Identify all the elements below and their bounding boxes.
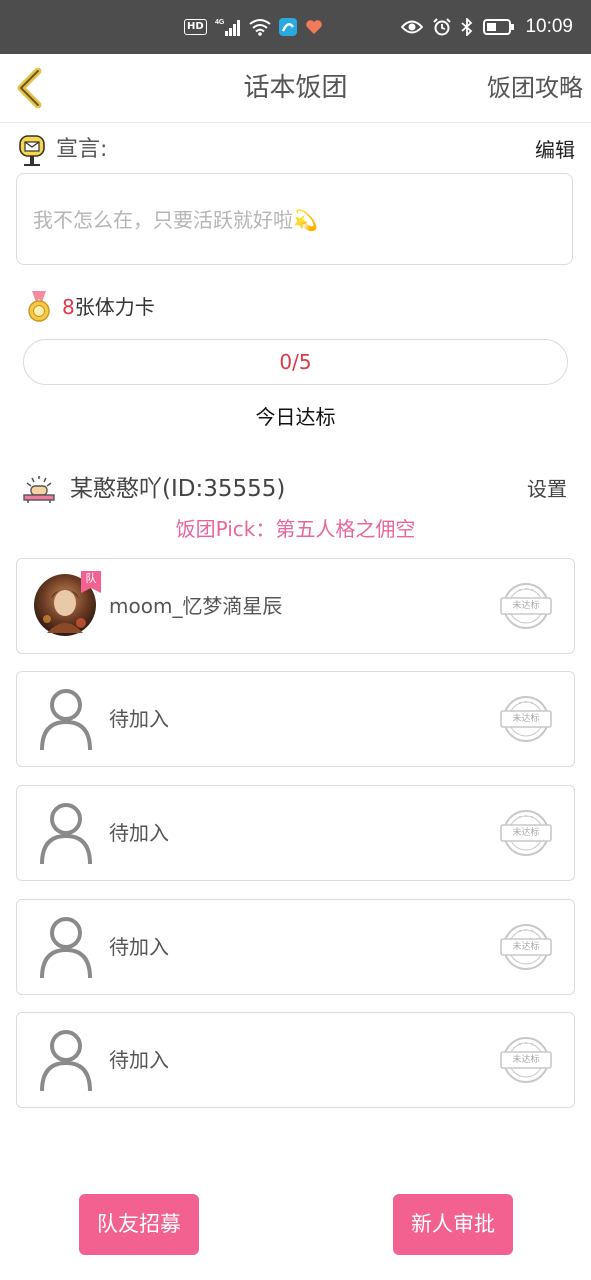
stamp-label: 未达标 xyxy=(512,1055,540,1065)
empty-avatar-icon xyxy=(33,800,97,865)
alarm-icon xyxy=(433,18,452,36)
empty-avatar-icon xyxy=(33,1027,97,1092)
not-qualified-stamp: 未达标 xyxy=(500,1035,552,1085)
daily-status-label: 今日达标 xyxy=(255,405,336,429)
hd-badge: HD xyxy=(184,19,207,35)
settings-button[interactable]: 设置 xyxy=(527,474,567,504)
status-left: HD 4G xyxy=(184,0,323,54)
member-row[interactable]: 待加入 未达标 xyxy=(16,785,575,881)
medal-icon xyxy=(28,291,50,322)
stamp-label: 未达标 xyxy=(512,601,540,611)
not-qualified-stamp: 未达标 xyxy=(500,922,552,972)
stamina-cards: 8张体力卡 xyxy=(62,292,155,322)
captain-badge-label: 队 xyxy=(85,572,97,585)
svg-text:4G: 4G xyxy=(215,19,225,26)
battery-icon xyxy=(483,19,515,35)
status-bar: HD 4G 10:09 xyxy=(0,0,591,54)
eye-icon xyxy=(401,20,424,34)
stamina-suffix: 张体力卡 xyxy=(74,295,155,319)
empty-avatar-icon xyxy=(33,914,97,979)
stamp-label: 未达标 xyxy=(512,942,540,952)
group-owner: 某憨憨吖(ID:35555) xyxy=(70,476,286,502)
edit-motto-button[interactable]: 编辑 xyxy=(535,134,575,166)
not-qualified-stamp: 未达标 xyxy=(500,694,552,744)
app-header: 话本饭团 饭团攻略 xyxy=(0,54,591,123)
member-row[interactable]: 待加入 未达标 xyxy=(16,1012,575,1108)
motto-text: 我不怎么在，只要活跃就好啦💫 xyxy=(33,208,318,232)
not-qualified-stamp: 未达标 xyxy=(500,808,552,858)
stamp-label: 未达标 xyxy=(512,714,540,724)
signal-icon: 4G xyxy=(215,19,240,36)
member-row[interactable]: 队 moom_忆梦滴星辰 未达标 xyxy=(16,558,575,654)
guide-link[interactable]: 饭团攻略 xyxy=(487,54,583,122)
recruit-teammates-button[interactable]: 队友招募 xyxy=(79,1194,199,1255)
member-name: moom_忆梦滴星辰 xyxy=(109,594,283,618)
group-pick: 饭团Pick：第五人格之佣空 xyxy=(175,517,416,541)
motto-box: 我不怎么在，只要活跃就好啦💫 xyxy=(16,173,573,265)
not-qualified-stamp: 未达标 xyxy=(500,581,552,631)
member-name: 待加入 xyxy=(109,935,169,959)
clock: 10:09 xyxy=(525,16,573,37)
daily-progress: 0/5 xyxy=(23,339,568,385)
status-right: 10:09 xyxy=(401,0,573,54)
empty-avatar-icon xyxy=(33,686,97,751)
motto-label: 宣言: xyxy=(56,137,108,162)
app-notification-icon xyxy=(278,18,297,36)
heart-notification-icon xyxy=(305,20,322,34)
approve-newcomers-button[interactable]: 新人审批 xyxy=(393,1194,513,1255)
wifi-icon xyxy=(249,19,271,36)
crown-table-icon xyxy=(23,476,55,503)
bluetooth-icon xyxy=(461,18,473,36)
member-name: 待加入 xyxy=(109,1048,169,1072)
mailbox-icon xyxy=(19,135,45,166)
member-row[interactable]: 待加入 未达标 xyxy=(16,899,575,995)
member-row[interactable]: 待加入 未达标 xyxy=(16,671,575,767)
stamina-count: 8 xyxy=(62,295,75,319)
member-name: 待加入 xyxy=(109,821,169,845)
stamp-label: 未达标 xyxy=(512,828,540,838)
member-name: 待加入 xyxy=(109,707,169,731)
captain-badge: 队 xyxy=(81,571,101,593)
